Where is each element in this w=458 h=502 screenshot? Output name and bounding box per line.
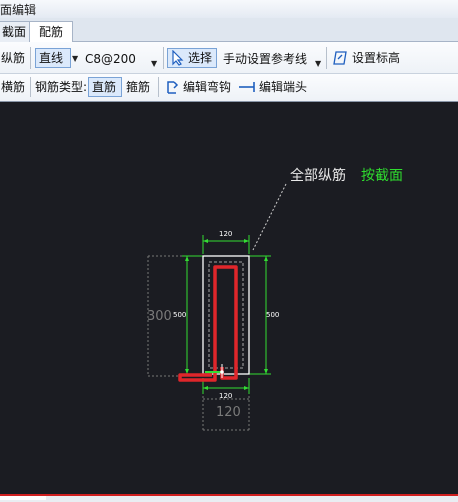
status-bar	[0, 494, 458, 502]
chevron-down-icon: ▼	[315, 59, 322, 68]
rebar-type-label: 钢筋类型:	[35, 80, 88, 94]
tab-rebar[interactable]: 配筋	[29, 21, 73, 43]
edit-hook-button[interactable]: 编辑弯钩	[162, 77, 236, 97]
toolbar-row-1: 纵筋 直线 ▼ C8@200 ▼ 选择 手动设置参考线 ▼ 设置标高	[0, 42, 458, 74]
annotation-action-link[interactable]: 按截面	[361, 168, 403, 184]
outer-dim-text-left: 300	[147, 309, 172, 324]
window-title: 面编辑	[0, 3, 37, 17]
straight-rebar-label: 直筋	[92, 80, 117, 94]
tab-strip: 截面 配筋	[0, 18, 458, 43]
elevation-icon	[333, 51, 347, 65]
dim-text-bottom: 120	[219, 392, 232, 400]
drawing-canvas[interactable]: 全部纵筋 按截面 300 120 120 500 500 120	[0, 102, 458, 494]
reference-line-mode-combo[interactable]: 手动设置参考线 ▼	[220, 49, 326, 69]
annotation-leader	[252, 183, 287, 251]
chevron-down-icon: ▼	[151, 59, 158, 68]
edit-hook-label: 编辑弯钩	[183, 80, 232, 94]
line-mode-button[interactable]: 直线	[35, 48, 71, 68]
toolbar-separator	[30, 77, 31, 97]
dim-text-top: 120	[219, 230, 232, 238]
select-label: 选择	[188, 51, 213, 65]
dim-text-left: 500	[173, 311, 186, 319]
toolbar-row-2: 横筋 钢筋类型: 直筋 箍筋 编辑弯钩 编辑端头	[0, 74, 458, 102]
line-mode-dropdown-icon[interactable]: ▼	[72, 54, 78, 63]
edit-end-label: 编辑端头	[259, 80, 308, 94]
stirrup-label: 箍筋	[126, 80, 151, 94]
outer-dim-text-bottom: 120	[216, 405, 241, 420]
status-bar-segment	[0, 496, 46, 500]
tab-section-label: 截面	[1, 25, 26, 39]
rebar-end-icon	[239, 82, 255, 92]
green-dimensions	[182, 235, 271, 394]
annotation-label: 全部纵筋	[290, 167, 346, 184]
toolbar-separator	[326, 47, 327, 69]
window-titlebar: 面编辑	[0, 0, 458, 19]
section-outline[interactable]	[202, 255, 250, 375]
rebar-spec-value: C8@200	[85, 52, 136, 66]
edit-end-button[interactable]: 编辑端头	[236, 77, 314, 97]
stirrup-button[interactable]: 箍筋	[123, 77, 155, 97]
stirrup-rebar[interactable]	[213, 265, 238, 380]
tab-section[interactable]: 截面	[0, 21, 30, 42]
select-button[interactable]: 选择	[167, 48, 217, 68]
transverse-rebar-label: 横筋	[1, 80, 26, 94]
toolbar-separator	[158, 77, 159, 97]
toolbar-separator	[163, 47, 164, 69]
toolbar-separator	[30, 47, 31, 69]
straight-rebar-button[interactable]: 直筋	[88, 77, 122, 97]
rebar-spec-combo[interactable]: C8@200 ▼	[82, 49, 162, 69]
section-drawing: 全部纵筋 按截面 300 120 120 500 500 120	[147, 167, 403, 431]
cursor-arrow-icon	[172, 50, 184, 66]
hook-rebar[interactable]	[178, 373, 217, 382]
tab-rebar-label: 配筋	[38, 25, 63, 39]
reference-line-mode-value: 手动设置参考线	[223, 52, 308, 66]
line-mode-label: 直线	[39, 51, 64, 65]
set-elevation-button[interactable]: 设置标高	[330, 48, 410, 68]
longitudinal-rebar-label: 纵筋	[1, 51, 26, 65]
dim-text-right: 500	[266, 311, 279, 319]
hook-icon	[167, 81, 179, 94]
set-elevation-label: 设置标高	[352, 51, 401, 65]
